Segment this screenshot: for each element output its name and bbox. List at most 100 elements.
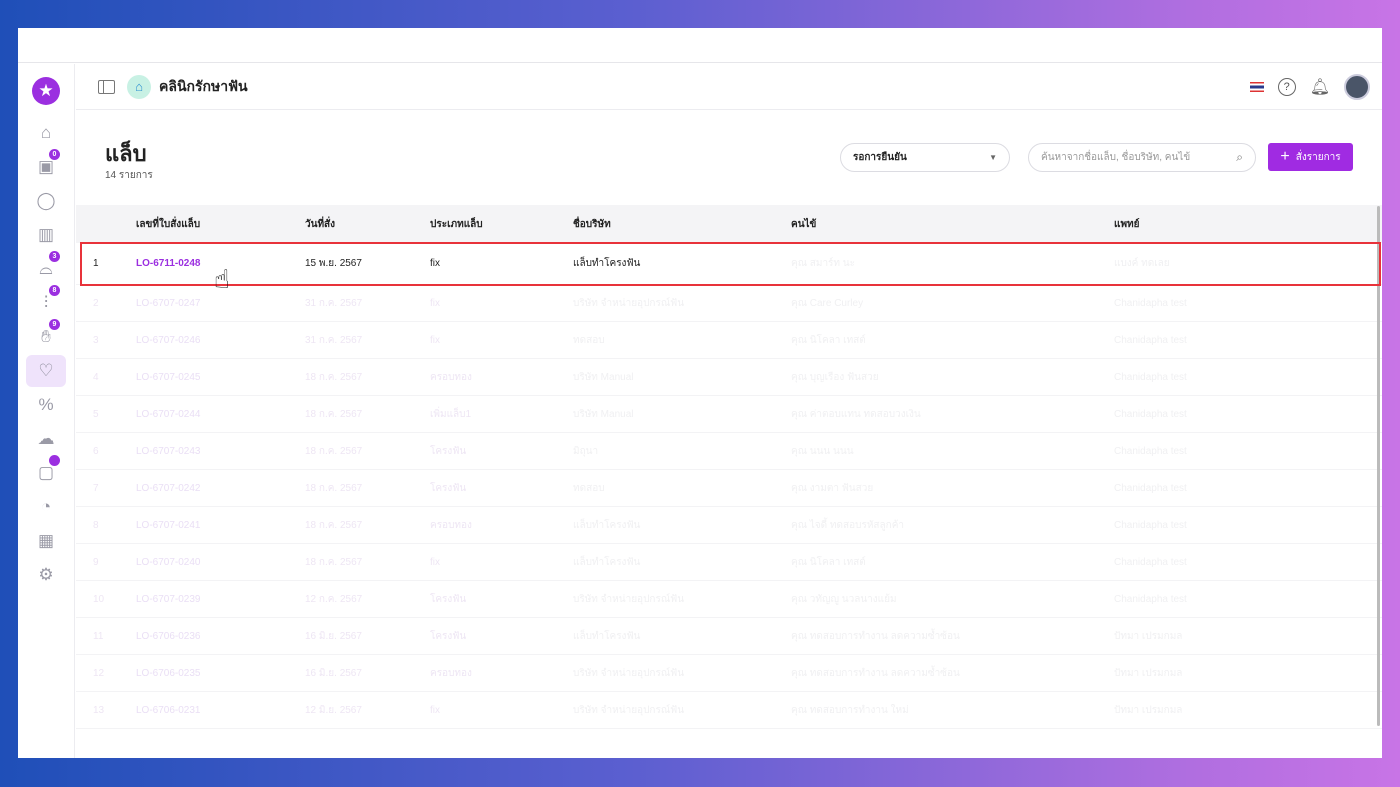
app-window: ★ ⌂ ▣ 0 ◯ ▥ ⌓ 3 ⫶ 8 ✋︎ 9 ♡% ☁︎ ▢ ◔ ▦ ⚙︎ ⌂ คลินิกรักษาฟัน… <box>18 28 1382 758</box>
table-cell: ทดสอบ <box>573 334 605 346</box>
sidebar-item-gauge[interactable]: ◔ <box>26 491 66 523</box>
sidebar-item-dental-chair[interactable]: ⌓ 3 <box>26 251 66 285</box>
table-cell: 13 <box>93 704 105 716</box>
search-placeholder: ค้นหาจากชื่อแล็บ, ชื่อบริษัท, คนไข้ <box>1041 152 1191 163</box>
lab-order-link[interactable]: LO-6707-0244 <box>136 409 305 420</box>
table-row[interactable]: 2 LO-6707-0247 31 ก.ค. 2567 fix บริษัท จำหน่… <box>76 285 1382 322</box>
table-cell: Chanidapha test <box>1114 371 1187 383</box>
table-cell: บริษัท จำหน่ายอุปกรณ์ฟัน <box>573 667 685 679</box>
sidebar-item-gear[interactable]: ⚙︎ <box>26 559 66 591</box>
status-filter-select[interactable]: รอการยืนยัน ▼ <box>840 143 1010 172</box>
lab-order-link[interactable]: LO-6706-0235 <box>136 668 305 679</box>
avatar[interactable] <box>1344 73 1370 100</box>
sidebar-item-package[interactable]: ▢ <box>26 455 66 489</box>
sidebar-item-cloud[interactable]: ☁︎ <box>26 423 66 455</box>
package-icon: ▢ <box>37 463 55 482</box>
sidebar-item-home[interactable]: ⌂ <box>26 117 66 149</box>
table-row[interactable]: 5 LO-6707-0244 18 ก.ค. 2567 เพิ่มแล็บ1 บริษั… <box>76 396 1382 433</box>
table-cell: 18 ก.ค. 2567 <box>305 556 363 568</box>
user-icon: ◯ <box>36 191 56 210</box>
table-row[interactable]: 8 LO-6707-0241 18 ก.ค. 2567 ครอบทอง แล็บทำโค… <box>76 507 1382 544</box>
hand-coin-icon: ✋︎ <box>41 327 51 346</box>
table-row[interactable]: 9 LO-6707-0240 18 ก.ค. 2567 fix แล็บทำโครงฟั… <box>76 544 1382 581</box>
tools-icon: ⫶ <box>43 293 49 312</box>
table-row[interactable]: 4 LO-6707-0245 18 ก.ค. 2567 ครอบทอง บริษัท M… <box>76 359 1382 396</box>
column-header: ชื่อบริษัท <box>573 218 611 230</box>
plus-icon: + <box>1280 148 1290 165</box>
lab-table: เลขที่ใบสั่งแล็บ วันที่สั่ง ประเภทแล็บ ชื่อ… <box>76 205 1382 729</box>
lab-order-link[interactable]: LO-6707-0242 <box>136 483 305 494</box>
table-cell: คุณ นิโคลา เทสต์ <box>791 334 866 346</box>
lab-order-link[interactable]: LO-6706-0231 <box>136 705 305 716</box>
sidebar-item-tooth[interactable]: ♡ <box>26 355 66 387</box>
table-row[interactable]: 10 LO-6707-0239 12 ก.ค. 2567 โครงฟัน บริษัท … <box>76 581 1382 618</box>
sidebar-toggle-icon[interactable] <box>98 79 115 94</box>
table-cell: 4 <box>93 371 99 383</box>
lab-order-link[interactable]: LO-6706-0236 <box>136 631 305 642</box>
table-row[interactable]: 3 LO-6707-0246 31 ก.ค. 2567 fix ทดสอบ คุณ นิโ… <box>76 322 1382 359</box>
table-cell: คุณ งามตา ฟันสวย <box>791 482 874 494</box>
table-row[interactable]: 1 LO-6711-0248 15 พ.ย. 2567 fix แล็บทำโครงฟั… <box>76 243 1382 285</box>
sidebar-item-percent[interactable]: % <box>26 389 66 421</box>
dental-chair-icon: ⌓ <box>39 259 53 278</box>
table-cell: แล็บทำโครงฟัน <box>573 630 641 642</box>
cloud-icon: ☁︎ <box>37 429 55 448</box>
search-input[interactable]: ค้นหาจากชื่อแล็บ, ชื่อบริษัท, คนไข้ ⌕ <box>1028 143 1256 172</box>
table-cell: บริษัท จำหน่ายอุปกรณ์ฟัน <box>573 593 685 605</box>
table-cell: บริษัท จำหน่ายอุปกรณ์ฟัน <box>573 704 685 716</box>
table-cell: คุณ วทัญญู นวลนางแย้ม <box>791 593 897 605</box>
table-cell: 12 ก.ค. 2567 <box>305 593 363 605</box>
bell-icon[interactable]: 🔔︎ <box>1310 77 1330 97</box>
lab-order-link[interactable]: LO-6707-0247 <box>136 298 305 309</box>
table-cell: Chanidapha test <box>1114 556 1187 568</box>
table-cell: 1 <box>93 258 99 269</box>
home-icon: ⌂ <box>40 123 52 142</box>
table-cell: 15 พ.ย. 2567 <box>305 258 362 269</box>
board-icon: ▥ <box>37 225 55 244</box>
lab-order-link[interactable]: LO-6707-0246 <box>136 335 305 346</box>
lab-order-link[interactable]: LO-6707-0240 <box>136 557 305 568</box>
table-cell: fix <box>430 556 440 568</box>
table-row[interactable]: 11 LO-6706-0236 16 มิ.ย. 2567 โครงฟัน แล็บทำ… <box>76 618 1382 655</box>
table-cell: 18 ก.ค. 2567 <box>305 371 363 383</box>
scrollbar[interactable] <box>1377 206 1380 726</box>
table-cell: 9 <box>93 556 99 568</box>
sidebar-item-calendar[interactable]: ▣ 0 <box>26 149 66 183</box>
table-cell: Chanidapha test <box>1114 593 1187 605</box>
table-cell: 11 <box>93 630 104 642</box>
thai-flag-language-icon[interactable] <box>1249 81 1264 92</box>
lab-order-link[interactable]: LO-6707-0245 <box>136 372 305 383</box>
table-cell: 10 <box>93 593 105 605</box>
table-cell: คุณ นนน นนน <box>791 445 854 457</box>
table-cell: 18 ก.ค. 2567 <box>305 482 363 494</box>
page-title: แล็บ <box>105 141 147 166</box>
sidebar-item-tools[interactable]: ⫶ 8 <box>26 285 66 319</box>
table-row[interactable]: 13 LO-6706-0231 12 มิ.ย. 2567 fix บริษัท จำห… <box>76 692 1382 729</box>
notification-badge: 3 <box>49 251 60 262</box>
top-strip <box>18 28 1382 63</box>
record-count: 14 รายการ <box>105 170 153 181</box>
lab-order-link[interactable]: LO-6707-0243 <box>136 446 305 457</box>
sidebar-item-hand-coin[interactable]: ✋︎ 9 <box>26 319 66 353</box>
sidebar-item-board[interactable]: ▥ <box>26 219 66 251</box>
table-cell: ทดสอบ <box>573 482 605 494</box>
notification-badge: 8 <box>49 285 60 296</box>
lab-order-link[interactable]: LO-6707-0241 <box>136 520 305 531</box>
column-header: เลขที่ใบสั่งแล็บ <box>136 218 201 230</box>
app-logo-star-icon[interactable]: ★ <box>32 77 60 105</box>
table-row[interactable]: 12 LO-6706-0235 16 มิ.ย. 2567 ครอบทอง บริษัท… <box>76 655 1382 692</box>
table-row[interactable]: 6 LO-6707-0243 18 ก.ค. 2567 โครงฟัน มิถุนา คุ… <box>76 433 1382 470</box>
table-cell: 5 <box>93 408 99 420</box>
chevron-down-icon: ▼ <box>989 153 997 162</box>
add-order-button[interactable]: + สั่งรายการ <box>1268 143 1353 171</box>
sidebar-item-chart[interactable]: ▦ <box>26 525 66 557</box>
table-cell: เพิ่มแล็บ1 <box>430 408 472 420</box>
table-cell: แล็บทำโครงฟัน <box>573 258 641 269</box>
sidebar-item-user[interactable]: ◯ <box>26 185 66 217</box>
lab-order-link[interactable]: LO-6707-0239 <box>136 594 305 605</box>
percent-icon: % <box>38 395 54 414</box>
help-icon[interactable]: ? <box>1277 77 1296 96</box>
table-cell: ครอบทอง <box>430 371 472 383</box>
table-cell: คุณ นิโคลา เทสต์ <box>791 556 866 568</box>
table-row[interactable]: 7 LO-6707-0242 18 ก.ค. 2567 โครงฟัน ทดสอบ คุณ… <box>76 470 1382 507</box>
